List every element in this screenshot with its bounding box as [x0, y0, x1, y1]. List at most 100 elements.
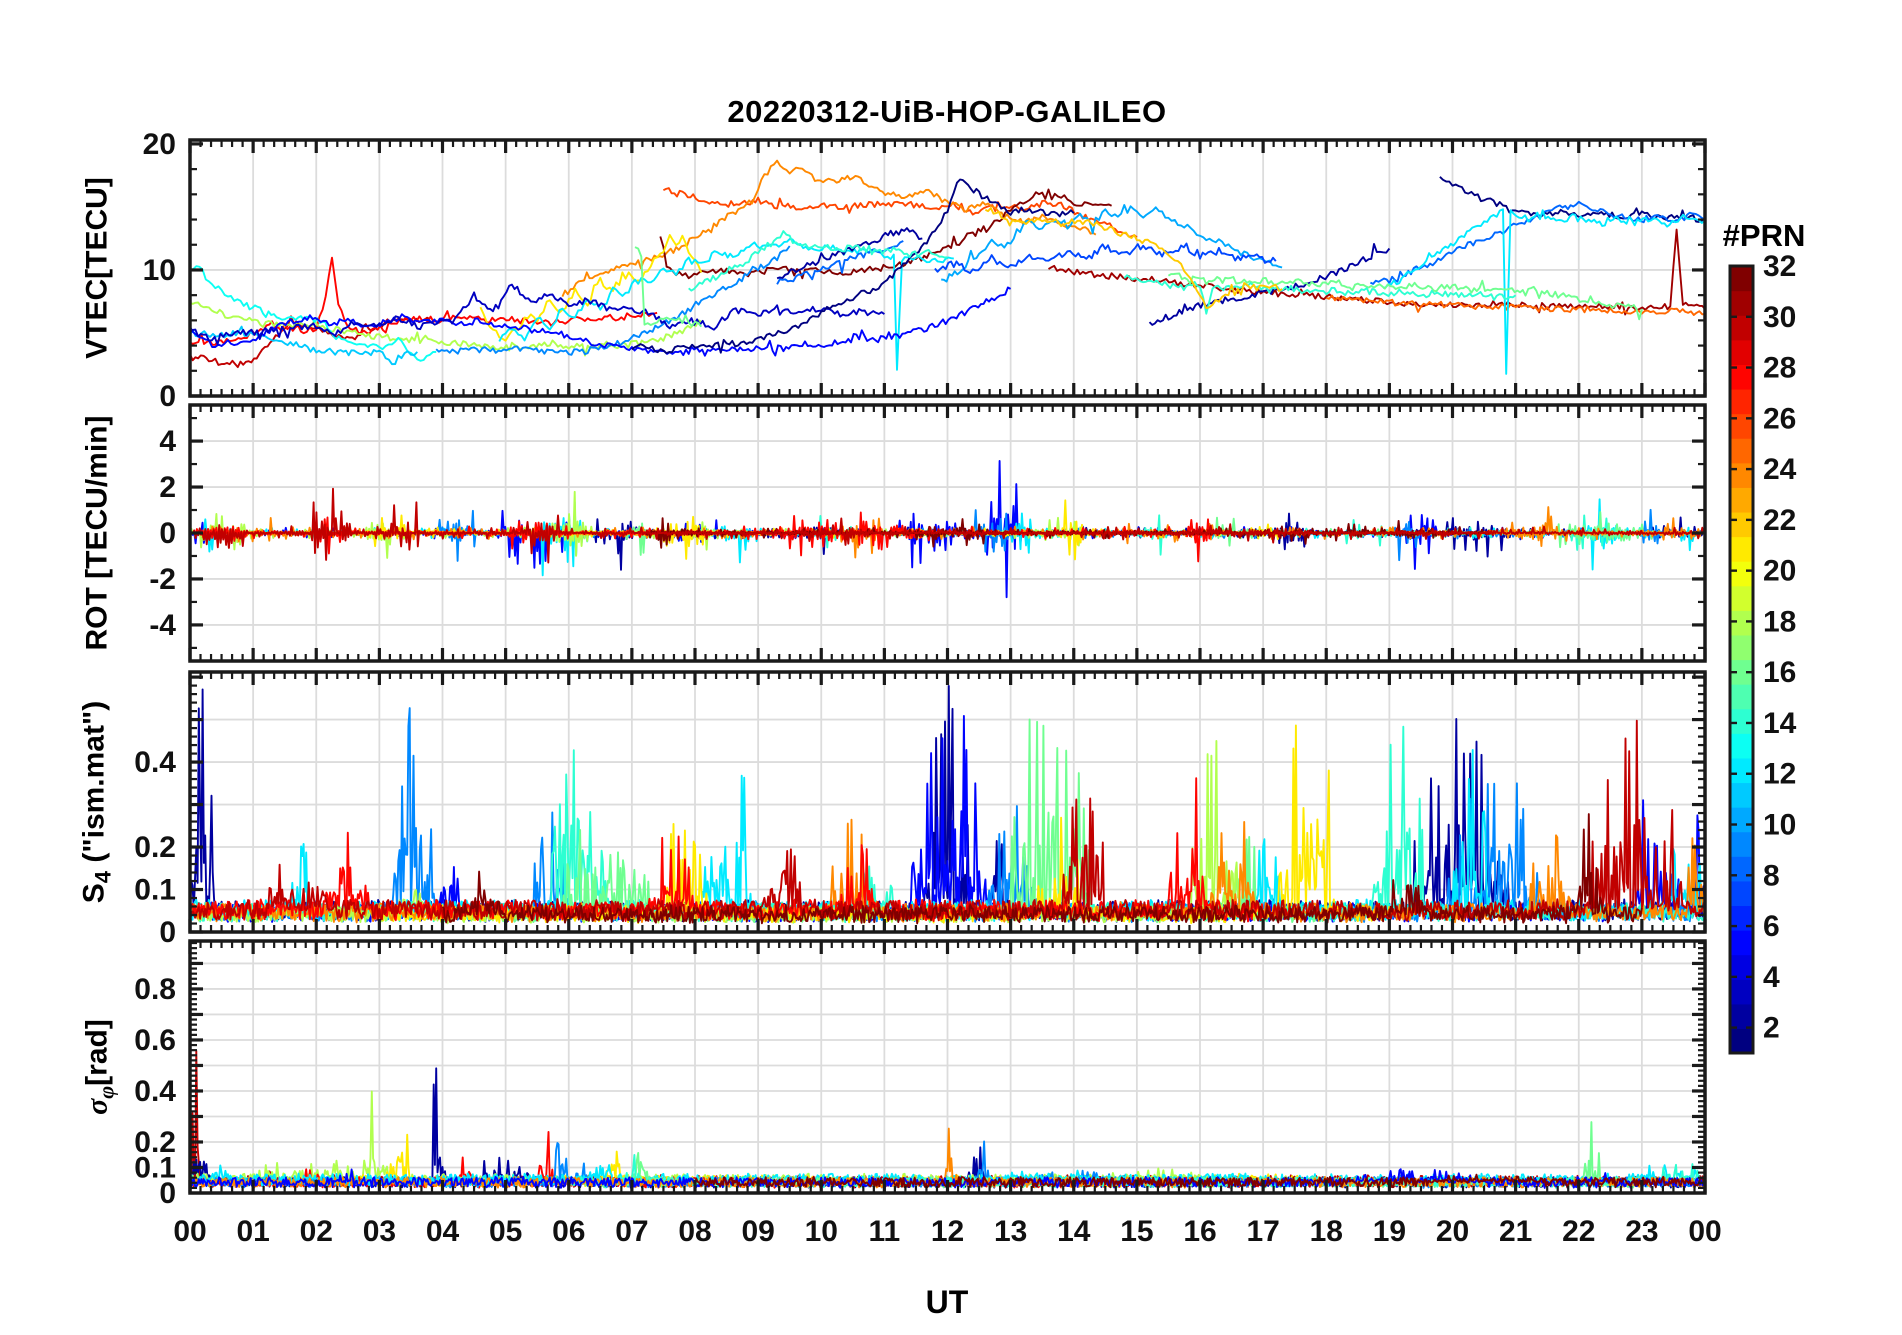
series-prn-13: [190, 265, 437, 362]
colorbar-cell-prn-17: [1730, 634, 1753, 661]
ytick-label: 0: [159, 916, 176, 949]
colorbar-cell-prn-27: [1730, 388, 1753, 415]
ytick-label: 0.1: [134, 874, 176, 907]
series-prn-9: [435, 245, 791, 356]
xtick-label: 15: [1120, 1215, 1153, 1248]
xtick-label: 17: [1246, 1215, 1279, 1248]
colorbar-cell-prn-24: [1730, 462, 1753, 488]
ytick-label: 0.2: [134, 831, 176, 864]
series-prn-3: [190, 283, 885, 346]
colorbar-tick-label: 30: [1763, 301, 1796, 334]
colorbar-cell-prn-25: [1730, 438, 1753, 464]
ytick-label: 0: [159, 380, 176, 413]
xtick-label: 01: [236, 1215, 269, 1248]
xtick-label: 16: [1183, 1215, 1216, 1248]
xtick-label: 19: [1373, 1215, 1406, 1248]
xtick-label: 14: [1057, 1215, 1091, 1248]
y-axis-label-s4: S4 ("ism.mat"): [77, 700, 116, 904]
ytick-labels-s4: 0 0.1 0.2 0.4: [134, 746, 176, 949]
colorbar-tick-label: 4: [1763, 961, 1780, 994]
xtick-label: 10: [805, 1215, 838, 1248]
xtick-label: 02: [300, 1215, 333, 1248]
ytick-label: 2: [159, 471, 176, 504]
xtick-label: 13: [994, 1215, 1027, 1248]
panel-s4: 0 0.1 0.2 0.4: [134, 670, 1707, 949]
ytick-labels-rot: -4 -2 0 2 4: [149, 425, 176, 642]
colorbar-tick-label: 6: [1763, 910, 1780, 943]
xtick-label: 20: [1436, 1215, 1469, 1248]
xtick-label: 12: [931, 1215, 964, 1248]
colorbar-cell-prn-5: [1730, 930, 1753, 956]
colorbar: 2468101214161820222426283032: [1728, 250, 1797, 1055]
xtick-label: 06: [552, 1215, 585, 1248]
colorbar-title: #PRN: [1722, 218, 1806, 253]
colorbar-tick-label: 12: [1763, 758, 1796, 791]
colorbar-cell-prn-15: [1730, 684, 1753, 710]
colorbar-cell-prn-31: [1730, 290, 1753, 316]
ytick-label: -4: [149, 609, 176, 642]
gridlines-vtec: [190, 140, 1705, 396]
colorbar-cell-prn-30: [1730, 315, 1753, 341]
y-axis-label-vtec: VTEC[TECU]: [80, 177, 114, 359]
panel-vtec: 0 10 20: [143, 128, 1707, 413]
xtick-labels: 00 01 02 03 04 05 06 07 08 09 10 11 12 13 14 15 16 17 18 19…: [173, 1215, 1721, 1248]
colorbar-cell-prn-3: [1730, 979, 1753, 1005]
colorbar-tick-label: 18: [1763, 605, 1796, 638]
xtick-label: 21: [1499, 1215, 1532, 1248]
colorbar-cell-prn-2: [1730, 1003, 1753, 1030]
colorbar-cell-prn-12: [1730, 757, 1753, 784]
colorbar-cell-prn-1: [1730, 1028, 1753, 1054]
xtick-label: 04: [426, 1215, 460, 1248]
ytick-label: 0.4: [134, 1075, 176, 1108]
colorbar-tick-label: 32: [1763, 250, 1796, 283]
ytick-label: -2: [149, 563, 176, 596]
xtick-label: 22: [1562, 1215, 1595, 1248]
ytick-label: 0.4: [134, 746, 176, 779]
colorbar-tick-label: 16: [1763, 656, 1796, 689]
y-axis-label-rot: ROT [TECU/min]: [80, 415, 114, 651]
colorbar-cell-prn-29: [1730, 339, 1753, 365]
ytick-label: 4: [159, 425, 176, 458]
xtick-label: 08: [678, 1215, 711, 1248]
colorbar-tick-label: 2: [1763, 1012, 1780, 1045]
figure: 20220312-UiB-HOP-GALILEO VTEC[TECU] ROT …: [0, 0, 1902, 1330]
xtick-label: 23: [1625, 1215, 1658, 1248]
colorbar-tick-label: 20: [1763, 555, 1796, 588]
colorbar-cell-prn-7: [1730, 880, 1753, 907]
colorbar-tick-label: 24: [1763, 453, 1797, 486]
xtick-label: 09: [741, 1215, 774, 1248]
colorbar-cell-prn-32: [1730, 266, 1753, 292]
ytick-labels-sigma_phi: 00.10.20.40.60.8: [134, 973, 176, 1210]
colorbar-tick-label: 28: [1763, 352, 1796, 385]
colorbar-cell-prn-23: [1730, 487, 1753, 513]
ytick-label: 20: [143, 128, 176, 161]
xtick-label: 00: [1688, 1215, 1721, 1248]
ytick-label: 0.2: [134, 1126, 176, 1159]
xtick-label: 07: [615, 1215, 648, 1248]
colorbar-tick-label: 14: [1763, 707, 1797, 740]
colorbar-tick-label: 26: [1763, 402, 1796, 435]
colorbar-tick-label: 8: [1763, 859, 1780, 892]
ytick-label: 10: [143, 254, 176, 287]
ytick-labels-vtec: 0 10 20: [143, 128, 176, 413]
panel-rot: -4 -2 0 2 4: [149, 403, 1707, 663]
colorbar-cell-prn-9: [1730, 831, 1753, 857]
chart-title: 20220312-UiB-HOP-GALILEO: [727, 94, 1167, 129]
colorbar-cell-prn-11: [1730, 782, 1753, 808]
ytick-label: 0: [159, 517, 176, 550]
xtick-label: 00: [173, 1215, 206, 1248]
colorbar-cell-prn-10: [1730, 807, 1753, 833]
series-prn-2: [1148, 242, 1391, 326]
xtick-label: 03: [363, 1215, 396, 1248]
colorbar-cell-prn-20: [1730, 561, 1753, 587]
xtick-label: 18: [1310, 1215, 1343, 1248]
colorbar-cell-prn-21: [1730, 536, 1753, 562]
xtick-label: 05: [489, 1215, 522, 1248]
xtick-label: 11: [869, 1215, 901, 1248]
ytick-label: 0.6: [134, 1024, 176, 1057]
colorbar-cell-prn-14: [1730, 708, 1753, 734]
colorbar-cell-prn-13: [1730, 733, 1753, 759]
colorbar-cell-prn-18: [1730, 610, 1753, 636]
series-prn-2: [586, 512, 1705, 571]
colorbar-tick-label: 22: [1763, 504, 1796, 537]
